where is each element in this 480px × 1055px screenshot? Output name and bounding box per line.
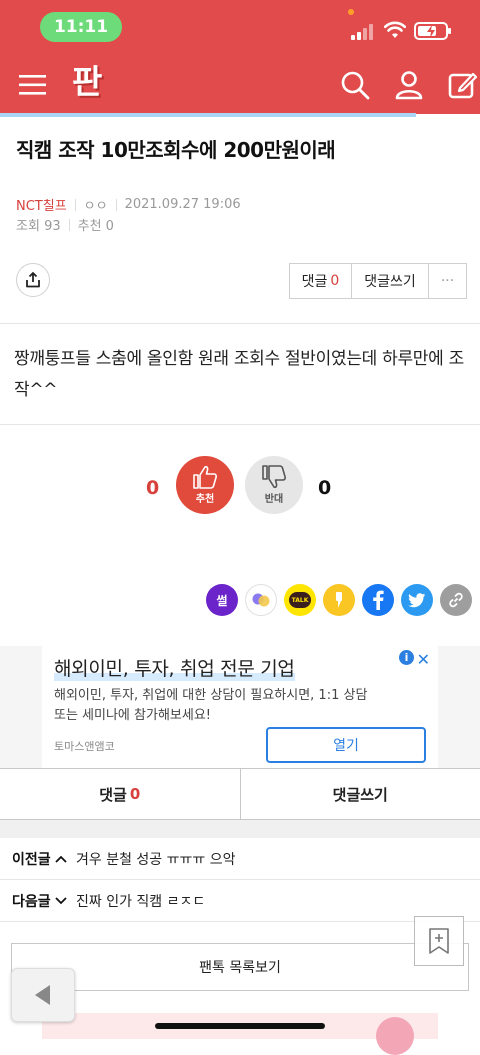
post-username: ㅇㅇ	[84, 195, 108, 214]
cellular-signal-icon	[351, 24, 377, 40]
link-icon[interactable]	[440, 584, 472, 616]
thumbs-up-icon	[192, 465, 218, 489]
status-bar: 11:11	[0, 0, 480, 52]
prev-post-title[interactable]: 겨우 분철 성공 ㅠㅠㅠ 으악	[76, 849, 235, 869]
twitter-icon[interactable]	[401, 584, 433, 616]
next-post-key: 다음글	[0, 891, 76, 911]
wifi-icon	[384, 20, 406, 40]
pann-logo[interactable]: 판	[72, 62, 112, 102]
ssul-icon-text: 썰	[216, 592, 227, 609]
ssul-icon[interactable]: 썰	[206, 584, 238, 616]
next-post-label: 다음글	[12, 891, 51, 911]
search-icon[interactable]	[340, 70, 370, 100]
post-category[interactable]: NCT칠프	[16, 195, 67, 214]
comment-tab[interactable]: 댓글0	[0, 769, 240, 819]
prev-post-label: 이전글	[12, 849, 51, 869]
recommend-button[interactable]: 추천	[176, 456, 234, 514]
prev-post-row[interactable]: 이전글 겨우 분철 성공 ㅠㅠㅠ 으악	[0, 838, 480, 880]
kakaotalk-icon[interactable]: TALK	[284, 584, 316, 616]
post-title: 직캠 조작 10만조회수에 200만원이래	[16, 134, 335, 163]
content-divider	[0, 424, 480, 425]
post-body: 짱깨퉁프들 스춤에 올인함 원래 조회수 절반이였는데 하루만에 조작^^	[14, 344, 468, 406]
recommend-label: 추천	[78, 219, 102, 234]
recommend-count: 0	[106, 219, 114, 234]
views-stat: 조회 93	[16, 215, 61, 234]
recommend-vote-count: 0	[146, 477, 159, 499]
ad-open-button[interactable]: 열기	[266, 727, 426, 763]
ad-company: 토마스앤앰코	[54, 738, 115, 754]
post-date: 2021.09.27 19:06	[125, 197, 241, 212]
write-comment-button[interactable]: 댓글쓰기	[352, 264, 428, 298]
chevron-down-icon	[55, 897, 67, 905]
section-gap	[0, 820, 480, 838]
next-post-row[interactable]: 다음글 진짜 인가 직캠 ㄹㅈㄷ	[0, 880, 480, 922]
list-view-button[interactable]: 팬톡 목록보기	[11, 943, 469, 991]
post-meta-line: NCT칠프 ㅇㅇ 2021.09.27 19:06	[16, 195, 241, 214]
share-icon	[25, 272, 41, 288]
ad-description: 해외이민, 투자, 취업에 대한 상담이 필요하시면, 1:1 상담 또는 세미…	[54, 686, 374, 726]
kakaostory-icon[interactable]	[323, 584, 355, 616]
comment-tab-count: 0	[130, 785, 140, 803]
comment-count: 0	[330, 273, 339, 289]
content-divider	[0, 323, 480, 324]
oppose-label: 반대	[265, 490, 283, 505]
pair-icon[interactable]	[245, 584, 277, 616]
ad-title[interactable]: 해외이민, 투자, 취업 전문 기업	[54, 654, 295, 681]
bookmark-button[interactable]	[414, 916, 464, 966]
ad-close-icon[interactable]: ✕	[417, 650, 430, 669]
comment-label: 댓글	[302, 271, 328, 291]
meta-separator	[75, 199, 76, 211]
back-button[interactable]	[11, 968, 75, 1022]
kakaotalk-badge: TALK	[289, 592, 311, 608]
comment-action-group: 댓글0 댓글쓰기 ···	[289, 263, 467, 299]
recommend-stat: 추천 0	[78, 215, 114, 234]
facebook-icon[interactable]	[362, 584, 394, 616]
meta-separator	[116, 199, 117, 211]
reading-progress-bar	[0, 113, 416, 117]
views-count: 93	[44, 219, 61, 234]
status-time: 11:11	[40, 12, 122, 42]
privacy-indicator-dot	[348, 9, 354, 15]
post-stats-line: 조회 93 추천 0	[16, 215, 114, 234]
back-arrow-icon	[32, 983, 54, 1007]
top-nav-bar: 판	[0, 52, 480, 114]
next-post-title[interactable]: 진짜 인가 직캠 ㄹㅈㄷ	[76, 891, 205, 911]
write-comment-tab[interactable]: 댓글쓰기	[241, 769, 480, 819]
share-button[interactable]	[16, 263, 50, 297]
home-indicator	[155, 1023, 325, 1029]
write-icon[interactable]	[448, 70, 478, 100]
comment-count-button[interactable]: 댓글0	[290, 264, 351, 298]
battery-icon	[414, 22, 448, 40]
more-options-button[interactable]: ···	[429, 264, 466, 298]
menu-icon[interactable]	[18, 70, 48, 100]
ad-peek-image	[376, 1017, 414, 1055]
ad-info-icon[interactable]: i	[399, 650, 414, 665]
share-icons-row: 썰 TALK	[206, 584, 472, 616]
user-icon[interactable]	[394, 70, 424, 100]
oppose-vote-count: 0	[318, 477, 331, 499]
bookmark-add-icon	[428, 927, 450, 955]
chevron-up-icon	[55, 855, 67, 863]
prev-post-key: 이전글	[0, 849, 76, 869]
views-label: 조회	[16, 219, 40, 234]
oppose-button[interactable]: 반대	[245, 456, 303, 514]
recommend-label: 추천	[196, 490, 214, 505]
meta-separator	[69, 219, 70, 231]
comment-tab-label: 댓글	[99, 784, 127, 805]
ad-banner[interactable]: 해외이민, 투자, 취업 전문 기업 i ✕ 해외이민, 투자, 취업에 대한 …	[42, 646, 438, 768]
thumbs-down-icon	[261, 465, 287, 489]
comment-tabs: 댓글0 댓글쓰기	[0, 768, 480, 820]
